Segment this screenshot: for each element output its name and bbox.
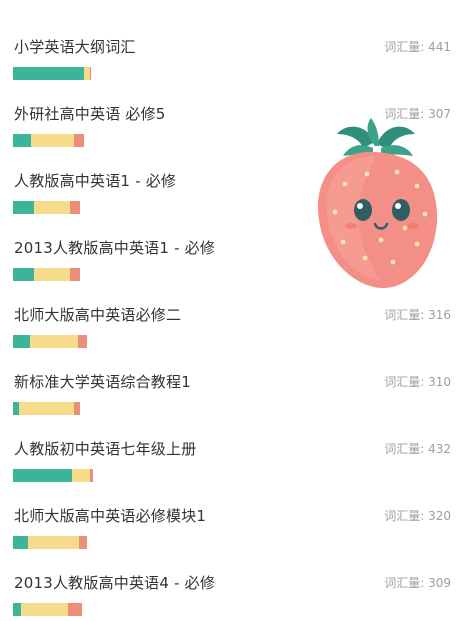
word-count-value: 316 <box>428 308 451 322</box>
wordbook-title: 小学英语大纲词汇 <box>14 38 136 56</box>
progress-segment-yellow <box>72 469 90 482</box>
progress-segment-yellow <box>34 201 70 214</box>
strawberry-sticker <box>305 112 445 292</box>
word-count-label: 词汇量: <box>384 442 429 456</box>
word-count: 词汇量: 309 <box>384 574 451 591</box>
progress-bar <box>13 134 84 147</box>
word-count-label: 词汇量: <box>384 576 429 590</box>
wordbook-row[interactable]: 北师大版高中英语必修模块1 词汇量: 320 <box>0 487 465 554</box>
progress-bar <box>13 536 87 549</box>
progress-segment-yellow <box>19 402 74 415</box>
word-count-value: 432 <box>428 442 451 456</box>
progress-segment-salmon <box>70 268 80 281</box>
progress-segment-teal <box>13 201 34 214</box>
progress-bar <box>13 67 91 80</box>
progress-segment-teal <box>13 268 34 281</box>
wordbook-title: 人教版高中英语1 - 必修 <box>14 172 177 190</box>
progress-bar <box>13 335 87 348</box>
word-count-value: 320 <box>428 509 451 523</box>
word-count-value: 441 <box>428 40 451 54</box>
wordbook-title: 人教版初中英语七年级上册 <box>14 440 197 458</box>
progress-bar <box>13 268 80 281</box>
progress-segment-yellow <box>28 536 79 549</box>
word-count-label: 词汇量: <box>384 509 429 523</box>
progress-segment-yellow <box>34 268 70 281</box>
progress-segment-teal <box>13 335 30 348</box>
word-count-label: 词汇量: <box>384 308 429 322</box>
wordbook-row[interactable]: 2013人教版高中英语4 - 必修 词汇量: 309 <box>0 554 465 621</box>
word-count-value: 309 <box>428 576 451 590</box>
progress-segment-salmon <box>79 536 87 549</box>
progress-segment-salmon <box>70 201 80 214</box>
strawberry-icon <box>318 118 438 288</box>
progress-segment-yellow <box>21 603 68 616</box>
progress-segment-teal <box>13 67 84 80</box>
progress-bar <box>13 201 80 214</box>
word-count: 词汇量: 310 <box>384 373 451 390</box>
progress-segment-salmon <box>74 402 80 415</box>
wordbook-title: 北师大版高中英语必修模块1 <box>14 507 207 525</box>
progress-segment-salmon <box>74 134 84 147</box>
word-count-label: 词汇量: <box>384 40 429 54</box>
word-count: 词汇量: 320 <box>384 507 451 524</box>
progress-bar <box>13 402 80 415</box>
progress-segment-teal <box>13 134 31 147</box>
wordbook-title: 外研社高中英语 必修5 <box>14 105 166 123</box>
progress-segment-yellow <box>30 335 78 348</box>
wordbook-list: 小学英语大纲词汇 词汇量: 441 外研社高中英语 必修5 词汇量: 307 人教版高中… <box>0 0 465 621</box>
wordbook-row-partial[interactable] <box>0 0 465 18</box>
word-count: 词汇量: 441 <box>384 38 451 55</box>
wordbook-title: 新标准大学英语综合教程1 <box>14 373 191 391</box>
wordbook-title: 2013人教版高中英语1 - 必修 <box>14 239 216 257</box>
wordbook-row[interactable]: 小学英语大纲词汇 词汇量: 441 <box>0 18 465 85</box>
progress-segment-teal <box>13 469 72 482</box>
progress-bar <box>13 603 82 616</box>
progress-segment-salmon <box>90 469 93 482</box>
progress-segment-teal <box>13 536 28 549</box>
wordbook-row[interactable]: 人教版初中英语七年级上册 词汇量: 432 <box>0 420 465 487</box>
progress-segment-salmon <box>68 603 82 616</box>
word-count: 词汇量: 316 <box>384 306 451 323</box>
word-count-value: 310 <box>428 375 451 389</box>
wordbook-title: 北师大版高中英语必修二 <box>14 306 182 324</box>
wordbook-row[interactable]: 北师大版高中英语必修二 词汇量: 316 <box>0 286 465 353</box>
progress-segment-yellow <box>31 134 74 147</box>
wordbook-row[interactable]: 新标准大学英语综合教程1 词汇量: 310 <box>0 353 465 420</box>
wordbook-title: 2013人教版高中英语4 - 必修 <box>14 574 216 592</box>
progress-bar <box>13 469 93 482</box>
word-count-label: 词汇量: <box>384 375 429 389</box>
progress-segment-salmon <box>78 335 87 348</box>
progress-segment-teal <box>13 603 21 616</box>
word-count: 词汇量: 432 <box>384 440 451 457</box>
progress-segment-salmon <box>90 67 91 80</box>
